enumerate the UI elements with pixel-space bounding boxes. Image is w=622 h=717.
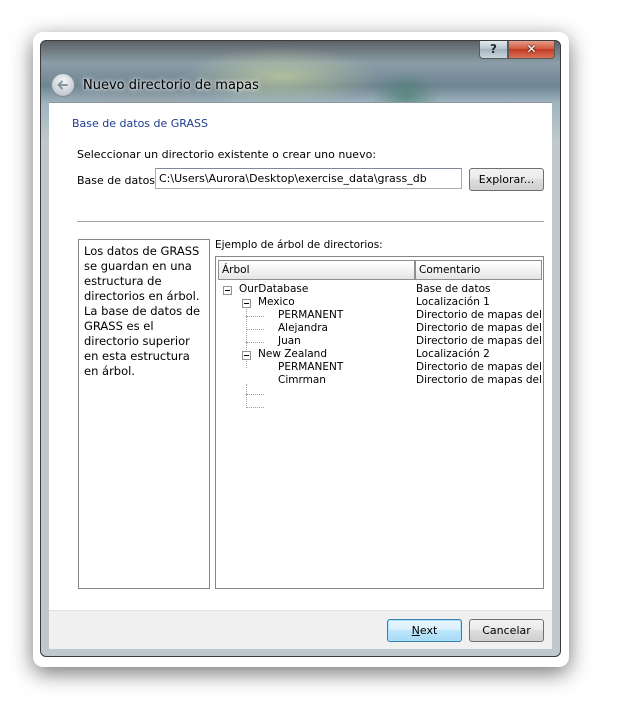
- wizard-window: ? ✕ Nuevo directorio de mapas Base de da…: [40, 40, 561, 657]
- button-bar: Next Cancelar: [49, 610, 552, 649]
- help-button[interactable]: ?: [479, 41, 508, 59]
- tree-row-comment: Localización 1: [416, 296, 490, 308]
- close-button[interactable]: ✕: [508, 41, 555, 59]
- window-title: Nuevo directorio de mapas: [83, 78, 259, 93]
- instruction-text: Seleccionar un directorio existente o cr…: [77, 148, 377, 161]
- tree-row-comment: Base de datos: [416, 283, 491, 295]
- tree-row-comment: Directorio de mapas del...: [416, 335, 541, 347]
- tree-row-name[interactable]: Mexico: [258, 296, 295, 309]
- tree-row-name[interactable]: PERMANENT: [278, 361, 343, 374]
- collapse-icon[interactable]: [242, 299, 251, 308]
- tree-line: [246, 316, 264, 317]
- cancel-button[interactable]: Cancelar: [469, 619, 544, 642]
- tree-row-name[interactable]: OurDatabase: [239, 283, 308, 296]
- database-path-input[interactable]: [155, 168, 462, 189]
- tree-line: [246, 384, 247, 408]
- back-button[interactable]: [51, 73, 75, 97]
- column-header-tree[interactable]: Árbol: [218, 260, 415, 280]
- tree-row-comment: Directorio de mapas del...: [416, 361, 541, 373]
- tree-line: [246, 394, 264, 395]
- next-mnemonic: N: [411, 624, 420, 637]
- tree-row-comment: Localización 2: [416, 348, 490, 360]
- tree-row-name[interactable]: New Zealand: [258, 348, 327, 361]
- tree-line: [246, 342, 264, 343]
- tree-row-comment: Directorio de mapas del...: [416, 322, 541, 334]
- tree-line: [246, 407, 264, 408]
- tree-row-comment: Directorio de mapas del...: [416, 374, 541, 386]
- browse-button[interactable]: Explorar...: [469, 168, 544, 191]
- tree-row-name[interactable]: Cimrman: [278, 374, 326, 387]
- column-header-comment[interactable]: Comentario: [415, 260, 542, 280]
- directory-tree[interactable]: Árbol Comentario OurDatabase Base de dat…: [215, 256, 544, 589]
- tree-line: [246, 329, 264, 330]
- collapse-icon[interactable]: [242, 351, 251, 360]
- separator: [77, 221, 544, 223]
- tree-row-comment: Directorio de mapas del...: [416, 309, 541, 321]
- collapse-icon[interactable]: [223, 286, 232, 295]
- description-box: Los datos de GRASS se guardan en una est…: [78, 239, 210, 589]
- tree-caption: Ejemplo de árbol de directorios:: [215, 239, 383, 251]
- next-label: ext: [419, 624, 438, 637]
- tree-row-name[interactable]: Alejandra: [278, 322, 328, 335]
- next-button[interactable]: Next: [387, 619, 462, 642]
- wizard-page: Base de datos de GRASS Seleccionar un di…: [49, 102, 552, 611]
- section-title: Base de datos de GRASS: [72, 117, 208, 130]
- tree-row-name[interactable]: Juan: [278, 335, 301, 348]
- database-label: Base de datos:: [77, 174, 159, 187]
- back-arrow-icon: [57, 80, 68, 90]
- tree-row-name[interactable]: PERMANENT: [278, 309, 343, 322]
